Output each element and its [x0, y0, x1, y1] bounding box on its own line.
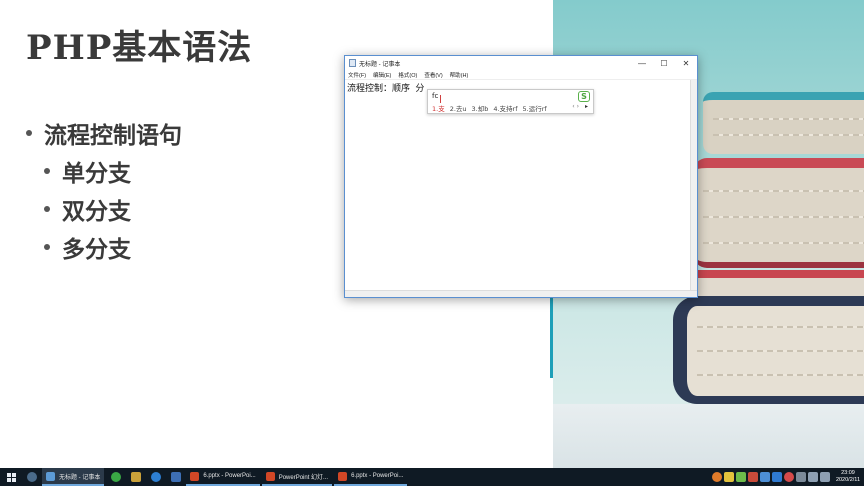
text-cursor — [440, 95, 441, 103]
photo-floor — [553, 404, 864, 468]
tray-icon[interactable] — [735, 472, 746, 482]
menu-bar: 文件(F) 编辑(E) 格式(O) 查看(V) 帮助(H) — [345, 70, 697, 80]
clock-time: 23:09 — [841, 470, 855, 476]
ime-candidate[interactable]: 3.却b — [472, 103, 489, 113]
taskbar-app-label: 6.pptx - PowerPoi... — [203, 473, 256, 479]
minimize-button[interactable]: — — [631, 56, 653, 70]
menu-file[interactable]: 文件(F) — [348, 71, 366, 79]
book-pages — [697, 326, 864, 328]
menu-help[interactable]: 帮助(H) — [450, 71, 469, 79]
bullet-item: 流程控制语句 — [26, 114, 182, 152]
bullet-text: 流程控制语句 — [44, 123, 182, 149]
ime-candidate[interactable]: 1.支 — [432, 103, 445, 113]
maximize-button[interactable]: ☐ — [653, 56, 675, 70]
taskbar-app-label: 6.pptx - PowerPoi... — [351, 473, 404, 479]
ime-composition: fc — [432, 92, 439, 100]
network-icon[interactable] — [807, 472, 818, 482]
bullet-text: 多分支 — [62, 237, 131, 263]
vertical-scrollbar[interactable] — [690, 80, 697, 290]
bullet-dot-icon — [44, 168, 50, 174]
bullet-text: 单分支 — [62, 161, 131, 187]
book-pages — [697, 350, 864, 352]
book-pages — [703, 242, 864, 244]
ime-candidate[interactable]: 5.运行rf — [523, 103, 547, 113]
search-icon[interactable] — [22, 468, 42, 486]
taskbar-app-label: PowerPoint 幻灯... — [278, 474, 329, 481]
taskbar: 无标题 - 记事本 6.pptx - PowerPoi... PowerPoin… — [0, 468, 864, 486]
taskbar-app-powerpoint[interactable]: 6.pptx - PowerPoi... — [186, 468, 260, 486]
menu-view[interactable]: 查看(V) — [424, 71, 442, 79]
book-pages — [703, 216, 864, 218]
tray-icon[interactable] — [759, 472, 770, 482]
book-pages — [697, 374, 864, 376]
window-title: 无标题 - 记事本 — [359, 61, 401, 68]
taskbar-app-notepad[interactable]: 无标题 - 记事本 — [42, 468, 105, 486]
bullet-item: 双分支 — [44, 190, 182, 228]
menu-format[interactable]: 格式(O) — [398, 71, 417, 79]
tray-icon[interactable] — [783, 472, 794, 482]
volume-icon[interactable] — [819, 472, 830, 482]
notepad-icon — [349, 59, 356, 67]
clock-date: 2020/2/11 — [835, 477, 860, 483]
powerpoint-icon — [190, 471, 200, 481]
tray-icon[interactable] — [747, 472, 758, 482]
taskbar-app-powerpoint-2[interactable]: 6.pptx - PowerPoi... — [334, 468, 408, 486]
powerpoint-icon — [338, 471, 348, 481]
taskbar-app-label: 无标题 - 记事本 — [59, 474, 101, 481]
book-pages — [713, 134, 864, 136]
taskbar-app-powerpoint-slideshow[interactable]: PowerPoint 幻灯... — [261, 468, 333, 486]
bullet-item: 单分支 — [44, 152, 182, 190]
bullet-dot-icon — [26, 130, 32, 136]
tray-icon[interactable] — [723, 472, 734, 482]
app-icon[interactable] — [166, 468, 186, 486]
ime-candidate[interactable]: 4.支持rf — [493, 103, 517, 113]
book-image — [703, 92, 864, 154]
tray-icon[interactable] — [795, 472, 806, 482]
system-tray: 23:09 2020/2/11 — [711, 468, 864, 486]
notepad-titlebar[interactable]: 无标题 - 记事本 — ☐ ✕ — [345, 56, 697, 70]
tray-icon[interactable] — [771, 472, 782, 482]
bullet-dot-icon — [44, 244, 50, 250]
editor-content: 流程控制：顺序 分 — [347, 84, 425, 94]
tool-icon[interactable] — [126, 468, 146, 486]
bullet-list: 流程控制语句 单分支 双分支 多分支 — [26, 114, 182, 266]
bullet-text: 双分支 — [62, 199, 131, 225]
bullet-item: 多分支 — [44, 228, 182, 266]
horizontal-scrollbar[interactable] — [345, 290, 697, 297]
book-image — [673, 296, 864, 404]
ime-candidate[interactable]: 2.去u — [450, 103, 467, 113]
menu-edit[interactable]: 编辑(E) — [373, 71, 391, 79]
bullet-dot-icon — [44, 206, 50, 212]
ime-page-arrows[interactable]: ‹ › — [572, 103, 579, 110]
clock[interactable]: 23:09 2020/2/11 — [836, 470, 860, 484]
chrome-icon[interactable] — [106, 468, 126, 486]
ime-candidate-window: fc S 1.支 2.去u 3.却b 4.支持rf 5.运行rf ‹ › ▸ — [427, 89, 594, 114]
book-pages — [703, 190, 864, 192]
browser-icon[interactable] — [146, 468, 166, 486]
ime-candidate-list: 1.支 2.去u 3.却b 4.支持rf 5.运行rf — [432, 103, 552, 113]
tray-icon[interactable] — [711, 472, 722, 482]
ime-next-icon[interactable]: ▸ — [585, 103, 588, 110]
close-button[interactable]: ✕ — [675, 56, 697, 70]
start-button[interactable] — [0, 468, 22, 486]
book-image — [693, 158, 864, 268]
notepad-icon — [46, 471, 55, 481]
slide-title: PHP基本语法 — [26, 28, 253, 68]
book-pages — [713, 118, 864, 120]
windows-logo-icon — [6, 472, 16, 482]
sogou-logo-icon: S — [578, 91, 590, 102]
powerpoint-icon — [265, 471, 275, 481]
accent-strip — [550, 296, 553, 378]
